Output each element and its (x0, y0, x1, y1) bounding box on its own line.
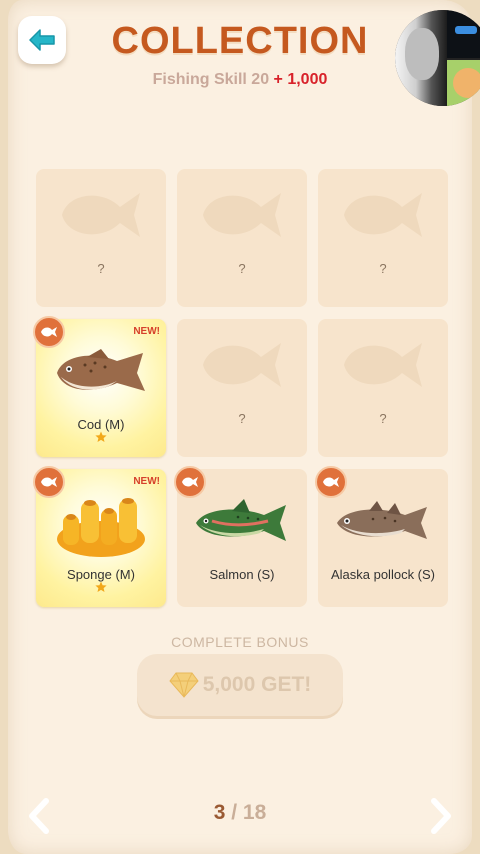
collection-slot-locked[interactable]: ? (177, 319, 307, 457)
fish-silhouette-icon (203, 193, 281, 237)
new-tag: NEW! (133, 476, 160, 487)
salmon-fish-icon (196, 499, 286, 541)
cod-fish-icon (57, 349, 145, 391)
total-pages: 18 (242, 801, 267, 824)
skill-bonus: + 1,000 (273, 71, 328, 88)
page-indicator: 3 / 18 (0, 801, 480, 825)
slot-label: ? (379, 261, 387, 276)
fish-silhouette-icon (62, 193, 140, 237)
fish-silhouette-icon (203, 343, 281, 387)
collection-slot-locked[interactable]: ? (36, 169, 166, 307)
collection-slot-locked[interactable]: ? (177, 169, 307, 307)
collection-slot-sponge[interactable]: NEW! Sponge (M) (33, 466, 166, 607)
slot-label: Sponge (M) (67, 567, 135, 582)
skill-label: Fishing Skill (152, 71, 247, 88)
current-page: 3 (213, 801, 226, 824)
slot-label: ? (379, 411, 387, 426)
slot-label: ? (238, 261, 246, 276)
slot-label: ? (238, 411, 246, 426)
slot-label: Cod (M) (77, 417, 125, 432)
page-separator: / (231, 801, 238, 824)
star-icon (95, 431, 107, 442)
collection-slot-salmon[interactable]: Salmon (S) (174, 466, 307, 607)
slot-label: ? (97, 261, 105, 276)
fish-silhouette-icon (344, 343, 422, 387)
collection-slot-locked[interactable]: ? (318, 169, 448, 307)
slot-label: Salmon (S) (209, 567, 275, 582)
avatar[interactable] (395, 10, 480, 106)
diamond-icon (169, 672, 199, 698)
slot-label: Alaska pollock (S) (330, 567, 436, 582)
sponge-icon (57, 498, 145, 557)
alaska-pollock-fish-icon (337, 501, 427, 539)
chevron-right-icon[interactable] (426, 798, 456, 834)
collection-slot-locked[interactable]: ? (318, 319, 448, 457)
bonus-amount: 5,000 GET! (202, 673, 312, 696)
collection-slot-cod[interactable]: NEW! Cod (M) (33, 316, 166, 457)
complete-bonus-button[interactable]: 5,000 GET! (137, 654, 343, 716)
fish-silhouette-icon (344, 193, 422, 237)
complete-bonus-label: COMPLETE BONUS (171, 634, 309, 650)
new-tag: NEW! (133, 326, 160, 337)
skill-value: 20 (251, 71, 270, 88)
star-icon (95, 581, 107, 592)
collection-slot-alaska-pollock[interactable]: Alaska pollock (S) (315, 466, 448, 607)
